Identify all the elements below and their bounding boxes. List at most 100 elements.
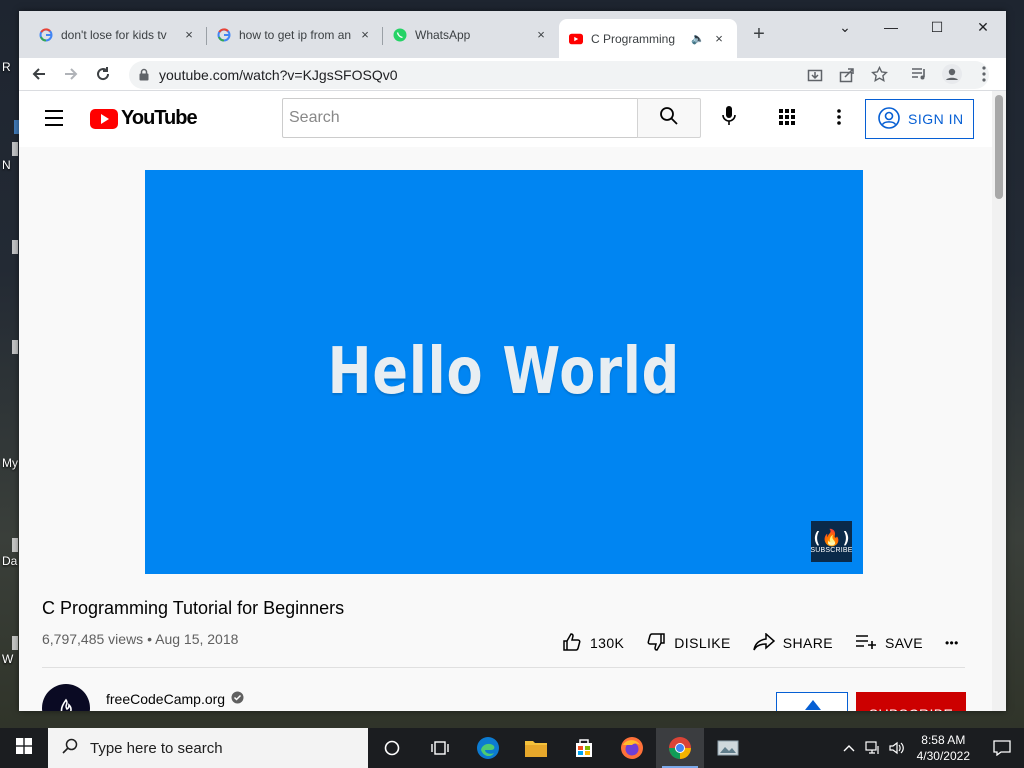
watermark-caption: SUBSCRIBE: [810, 547, 853, 554]
chrome-menu-icon[interactable]: [972, 62, 996, 86]
search-field[interactable]: [282, 98, 638, 138]
video-title: C Programming Tutorial for Beginners: [42, 598, 345, 618]
channel-avatar[interactable]: [42, 684, 90, 711]
video-meta: 6,797,485 views • Aug 15, 2018: [42, 631, 238, 647]
edge-icon[interactable]: [464, 728, 512, 768]
volume-icon[interactable]: [885, 728, 909, 768]
youtube-wordmark: YouTube: [121, 107, 198, 129]
tab-1[interactable]: how to get ip from an ×: [207, 21, 383, 49]
youtube-page: YouTube Search SIGN IN Hello World (🔥) S…: [19, 91, 1006, 711]
youtube-header: YouTube Search SIGN IN: [19, 91, 1006, 147]
share-label: SHARE: [782, 635, 834, 651]
desktop-icon[interactable]: [12, 142, 18, 156]
scrollbar-thumb[interactable]: [995, 95, 1003, 199]
account-circle-icon: [878, 106, 900, 132]
clock-time: 8:58 AM: [921, 733, 966, 747]
more-actions-icon[interactable]: •••: [945, 636, 959, 650]
notification-center-icon[interactable]: [980, 728, 1024, 768]
chrome-icon[interactable]: [656, 728, 704, 768]
subscribe-button[interactable]: SUBSCRIBE: [856, 692, 966, 711]
video-player[interactable]: Hello World (🔥) SUBSCRIBE: [145, 170, 863, 574]
tab-search-icon[interactable]: ⌄: [822, 15, 868, 39]
reload-icon[interactable]: [91, 62, 115, 86]
join-button[interactable]: [776, 692, 848, 711]
dislike-button[interactable]: DISLIKE: [646, 632, 731, 655]
chevron-up-icon[interactable]: [837, 728, 861, 768]
save-label: SAVE: [885, 635, 923, 651]
forward-icon[interactable]: [59, 62, 83, 86]
desktop-label: W: [2, 652, 14, 666]
like-count: 130K: [590, 635, 625, 651]
search-icon: [659, 106, 679, 131]
url-text[interactable]: youtube.com/watch?v=KJgsSFOSQv0: [159, 67, 398, 83]
desktop-icon[interactable]: [12, 340, 18, 354]
close-tab-icon[interactable]: ×: [181, 27, 197, 43]
address-bar[interactable]: youtube.com/watch?v=KJgsSFOSQv0: [129, 61, 989, 89]
new-tab-button[interactable]: +: [749, 24, 769, 45]
taskbar-clock[interactable]: 8:58 AM 4/30/2022: [909, 732, 980, 764]
lock-icon[interactable]: [139, 68, 149, 86]
desktop-label: N: [2, 158, 11, 172]
clock-date: 4/30/2022: [916, 749, 970, 763]
share-button[interactable]: SHARE: [753, 631, 834, 654]
video-actions: 130K DISLIKE SHARE SAVE •••: [562, 631, 959, 655]
youtube-logo[interactable]: YouTube: [90, 107, 198, 130]
profile-avatar-icon[interactable]: [940, 62, 964, 86]
desktop-label: My: [2, 456, 18, 470]
network-icon[interactable]: [861, 728, 885, 768]
hamburger-menu-icon[interactable]: [45, 110, 63, 131]
sign-in-button[interactable]: SIGN IN: [865, 99, 974, 139]
taskbar-search-box[interactable]: Type here to search: [48, 728, 368, 768]
thumbs-down-icon: [646, 632, 666, 655]
speaker-icon[interactable]: 🔈: [691, 32, 705, 45]
photos-icon[interactable]: [704, 728, 752, 768]
tab-title: how to get ip from an: [239, 28, 351, 42]
media-control-icon[interactable]: [907, 62, 931, 86]
share-page-icon[interactable]: [839, 67, 855, 88]
google-icon: [39, 28, 53, 42]
search-button[interactable]: [637, 98, 701, 138]
youtube-play-icon: [90, 108, 118, 129]
desktop-icon[interactable]: [12, 240, 18, 254]
start-button[interactable]: [0, 728, 48, 768]
desktop-label: Da: [2, 554, 18, 568]
cortana-icon[interactable]: [368, 728, 416, 768]
channel-name-text[interactable]: freeCodeCamp.org: [106, 691, 225, 707]
like-button[interactable]: 130K: [562, 632, 624, 655]
dislike-label: DISLIKE: [674, 635, 731, 651]
settings-more-icon[interactable]: [827, 105, 851, 129]
desktop-icon[interactable]: [12, 538, 18, 552]
tab-3-active[interactable]: C Programming 🔈 ×: [559, 19, 737, 58]
channel-watermark[interactable]: (🔥) SUBSCRIBE: [810, 521, 853, 562]
voice-search-button[interactable]: [709, 98, 749, 138]
firefox-icon[interactable]: [608, 728, 656, 768]
desktop-icon[interactable]: [12, 636, 18, 650]
close-window-button[interactable]: ✕: [960, 15, 1006, 39]
divider: [42, 667, 965, 668]
close-tab-icon[interactable]: ×: [357, 27, 373, 43]
tab-0[interactable]: don't lose for kids tv ×: [29, 21, 207, 49]
file-explorer-icon[interactable]: [512, 728, 560, 768]
taskbar-search-placeholder: Type here to search: [90, 739, 223, 757]
install-app-icon[interactable]: [807, 67, 823, 88]
bookmark-star-icon[interactable]: [871, 65, 888, 88]
tab-title: WhatsApp: [415, 28, 471, 42]
minimize-button[interactable]: —: [868, 15, 914, 39]
maximize-button[interactable]: ☐: [914, 15, 960, 39]
tab-strip: don't lose for kids tv × how to get ip f…: [19, 11, 1006, 58]
view-count: 6,797,485 views: [42, 631, 144, 647]
store-icon[interactable]: [560, 728, 608, 768]
save-button[interactable]: SAVE: [855, 634, 923, 653]
close-tab-icon[interactable]: ×: [711, 31, 727, 47]
page-scrollbar[interactable]: [992, 91, 1006, 711]
close-tab-icon[interactable]: ×: [533, 27, 549, 43]
browser-toolbar: youtube.com/watch?v=KJgsSFOSQv0: [19, 58, 1006, 91]
tab-2[interactable]: WhatsApp ×: [383, 21, 559, 49]
join-hint-icon: [803, 697, 823, 711]
channel-name[interactable]: freeCodeCamp.org: [106, 691, 244, 707]
windows-taskbar: Type here to search 8:58 AM 4/30/2022: [0, 728, 1024, 768]
apps-grid-icon[interactable]: [775, 105, 799, 129]
task-view-icon[interactable]: [416, 728, 464, 768]
back-icon[interactable]: [27, 62, 51, 86]
search-input[interactable]: [283, 99, 637, 137]
